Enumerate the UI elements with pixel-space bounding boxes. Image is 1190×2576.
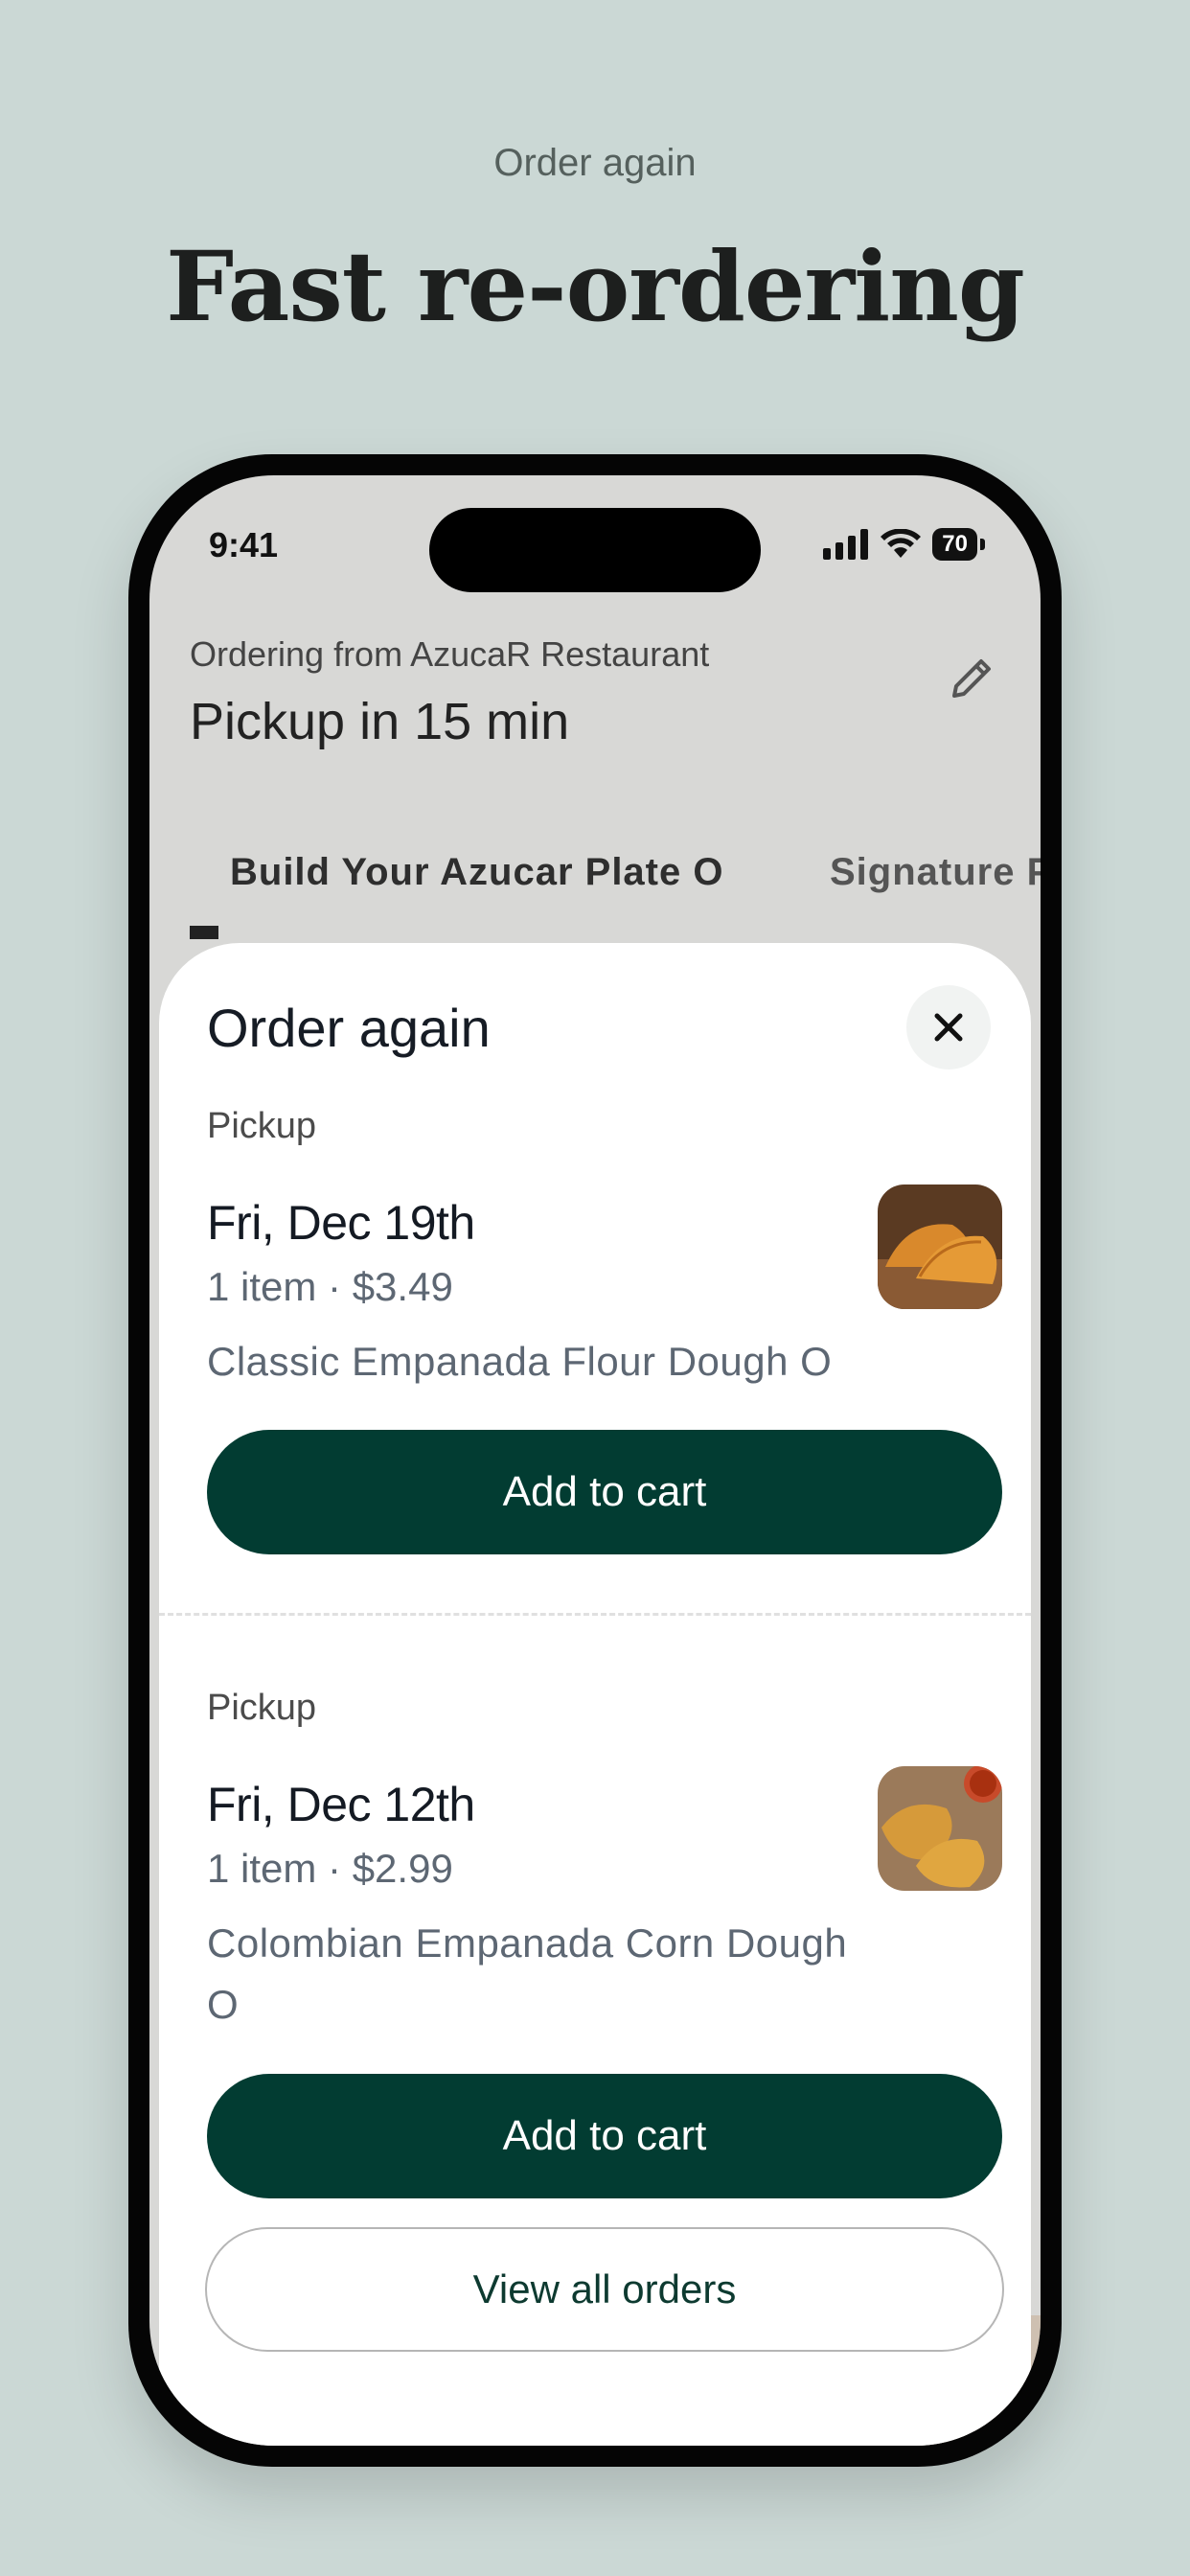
order-type: Pickup: [207, 1688, 317, 1728]
ordering-from-label: Ordering from AzucaR Restaurant: [190, 634, 710, 674]
sheet-title: Order again: [207, 998, 491, 1058]
tab-indicator: [190, 926, 218, 939]
phone-frame: 9:41 70 Ordering from AzucaR Restaurant …: [128, 454, 1062, 2467]
add-to-cart-button[interactable]: Add to cart: [207, 1430, 1002, 1554]
tab-signature[interactable]: Signature P: [830, 851, 1041, 894]
phone-screen: 9:41 70 Ordering from AzucaR Restaurant …: [149, 475, 1041, 2446]
order-item-name: Colombian Empanada Corn Dough O: [207, 1920, 848, 2027]
order-divider: [159, 1613, 1031, 1616]
pickup-time: Pickup in 15 min: [190, 693, 570, 750]
dynamic-island: [429, 508, 761, 592]
cellular-signal-icon: [823, 529, 869, 560]
order-type: Pickup: [207, 1106, 317, 1146]
promo-headline: Fast re-ordering: [166, 230, 1025, 343]
add-to-cart-button[interactable]: Add to cart: [207, 2074, 1002, 2198]
wifi-icon: [881, 529, 922, 558]
tab-build-your-plate[interactable]: Build Your Azucar Plate O: [230, 851, 723, 894]
past-order: Pickup Fri, Dec 19th 1 item · $3.49 Clas…: [207, 1106, 1002, 1392]
order-header: Ordering from AzucaR Restaurant Pickup i…: [190, 634, 1000, 751]
close-button[interactable]: [906, 985, 991, 1070]
order-again-sheet: Order again Pickup Fri, Dec 19th 1 item …: [159, 943, 1031, 2446]
category-tabs: Build Your Azucar Plate O Signature P: [149, 834, 1041, 910]
pencil-icon[interactable]: [943, 650, 1000, 707]
status-icons: 70: [823, 525, 985, 564]
close-icon: [934, 1013, 963, 1042]
battery-icon: 70: [932, 528, 985, 561]
status-time: 9:41: [209, 525, 279, 564]
view-all-orders-button[interactable]: View all orders: [205, 2227, 1004, 2352]
past-order: Pickup Fri, Dec 12th 1 item · $2.99 Colo…: [207, 1688, 1002, 2036]
order-item-name: Classic Empanada Flour Dough O: [207, 1339, 833, 1384]
empanada-image: [878, 1766, 1002, 1891]
promo-page: Order again Fast re-ordering 9:41 70 Ord…: [0, 0, 1190, 2576]
empanada-image: [878, 1184, 1002, 1309]
promo-eyebrow: Order again: [493, 142, 697, 184]
